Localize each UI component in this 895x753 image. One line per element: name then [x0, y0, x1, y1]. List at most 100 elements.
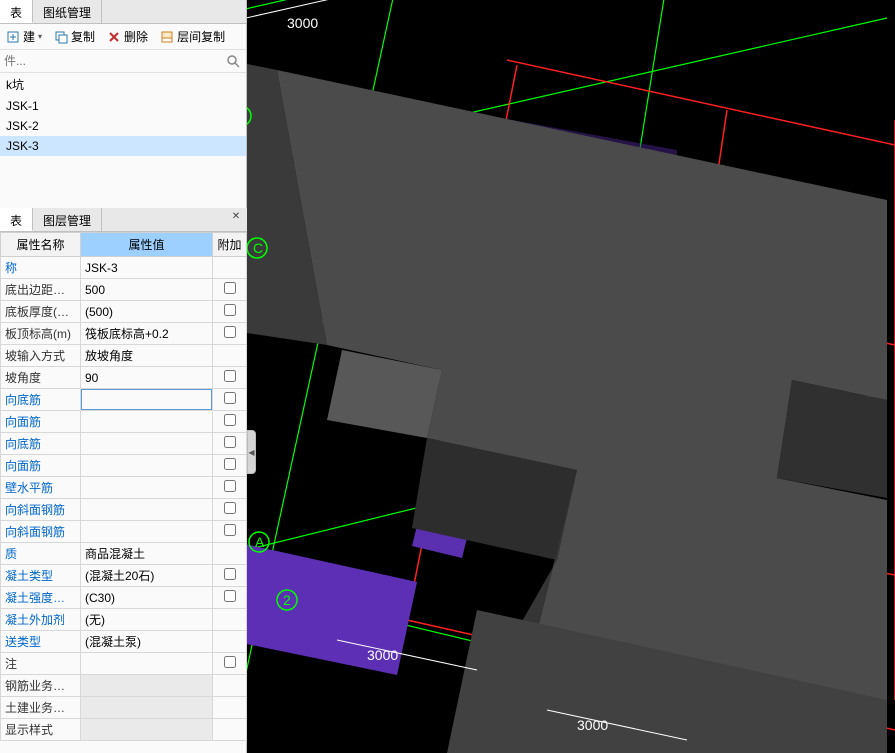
- property-extra[interactable]: [213, 455, 247, 477]
- property-name[interactable]: 向面筋: [1, 455, 81, 477]
- property-extra[interactable]: [213, 433, 247, 455]
- property-extra[interactable]: [213, 279, 247, 301]
- prop-tab-strip: 表 图层管理: [0, 208, 247, 232]
- property-value[interactable]: [81, 389, 213, 411]
- extra-checkbox[interactable]: [224, 656, 236, 668]
- property-table: 属性名称 属性值 附加 称JSK-3底出边距离(...500底板厚度(mm)(5…: [0, 232, 247, 741]
- search-icon[interactable]: [226, 54, 240, 68]
- property-name[interactable]: 凝土外加剂: [1, 609, 81, 631]
- property-name[interactable]: 送类型: [1, 631, 81, 653]
- search-input[interactable]: [0, 50, 246, 72]
- dimension-bottom-right: 3000: [577, 717, 608, 733]
- property-name: 坡输入方式: [1, 345, 81, 367]
- copy-button[interactable]: 复制: [50, 26, 99, 47]
- property-name[interactable]: 称: [1, 257, 81, 279]
- extra-checkbox[interactable]: [224, 392, 236, 404]
- tab-prop-list[interactable]: 表: [0, 208, 33, 231]
- extra-checkbox[interactable]: [224, 458, 236, 470]
- property-value[interactable]: [81, 653, 213, 675]
- property-value[interactable]: [81, 477, 213, 499]
- extra-checkbox[interactable]: [224, 502, 236, 514]
- extra-checkbox[interactable]: [224, 590, 236, 602]
- extra-checkbox[interactable]: [224, 524, 236, 536]
- property-extra[interactable]: [213, 301, 247, 323]
- property-value[interactable]: (混凝土泵): [81, 631, 213, 653]
- property-extra[interactable]: [213, 587, 247, 609]
- tab-layer-mgmt[interactable]: 图层管理: [33, 208, 102, 231]
- property-value[interactable]: [81, 411, 213, 433]
- delete-button[interactable]: 删除: [103, 26, 152, 47]
- property-value[interactable]: [81, 433, 213, 455]
- list-item[interactable]: JSK-1: [0, 96, 246, 116]
- property-row: 向斜面钢筋: [1, 521, 247, 543]
- panel-collapse-handle[interactable]: ◀: [247, 430, 256, 474]
- property-extra[interactable]: [213, 499, 247, 521]
- extra-checkbox[interactable]: [224, 370, 236, 382]
- property-extra[interactable]: [213, 565, 247, 587]
- property-row: 板顶标高(m)筏板底标高+0.2: [1, 323, 247, 345]
- property-value[interactable]: [81, 455, 213, 477]
- property-name: 板顶标高(m): [1, 323, 81, 345]
- property-value[interactable]: (无): [81, 609, 213, 631]
- property-extra: [213, 719, 247, 741]
- property-value-input[interactable]: [85, 393, 208, 407]
- tab-drawings[interactable]: 图纸管理: [33, 0, 102, 23]
- property-extra[interactable]: [213, 521, 247, 543]
- property-name[interactable]: 向底筋: [1, 433, 81, 455]
- property-name[interactable]: 质: [1, 543, 81, 565]
- property-extra[interactable]: [213, 367, 247, 389]
- property-value: [81, 719, 213, 741]
- new-label: 建: [23, 28, 35, 45]
- property-extra[interactable]: [213, 389, 247, 411]
- property-name[interactable]: 向斜面钢筋: [1, 499, 81, 521]
- property-value[interactable]: (500): [81, 301, 213, 323]
- extra-checkbox[interactable]: [224, 282, 236, 294]
- property-value[interactable]: JSK-3: [81, 257, 213, 279]
- property-value[interactable]: 筏板底标高+0.2: [81, 323, 213, 345]
- list-item[interactable]: JSK-3: [0, 136, 246, 156]
- property-value[interactable]: (C30): [81, 587, 213, 609]
- extra-checkbox[interactable]: [224, 326, 236, 338]
- property-name[interactable]: 向斜面钢筋: [1, 521, 81, 543]
- property-extra[interactable]: [213, 323, 247, 345]
- property-value[interactable]: 90: [81, 367, 213, 389]
- property-name[interactable]: 凝土类型: [1, 565, 81, 587]
- model-viewport[interactable]: D C A 2 3000 3000 3000: [247, 0, 895, 753]
- tab-list[interactable]: 表: [0, 0, 33, 23]
- extra-checkbox[interactable]: [224, 304, 236, 316]
- property-value[interactable]: 商品混凝土: [81, 543, 213, 565]
- property-value[interactable]: 500: [81, 279, 213, 301]
- close-icon[interactable]: ✕: [229, 210, 243, 224]
- property-name[interactable]: 向底筋: [1, 389, 81, 411]
- property-extra[interactable]: [213, 411, 247, 433]
- search-row: [0, 50, 246, 73]
- property-extra: [213, 697, 247, 719]
- delete-label: 删除: [124, 28, 148, 45]
- list-item[interactable]: k坑: [0, 73, 246, 96]
- property-name[interactable]: 凝土强度等级: [1, 587, 81, 609]
- col-value[interactable]: 属性值: [81, 233, 213, 257]
- property-extra[interactable]: [213, 477, 247, 499]
- property-row: 向斜面钢筋: [1, 499, 247, 521]
- list-item[interactable]: JSK-2: [0, 116, 246, 136]
- col-extra[interactable]: 附加: [213, 233, 247, 257]
- property-value[interactable]: (混凝土20石): [81, 565, 213, 587]
- new-button[interactable]: 建 ▾: [2, 26, 46, 47]
- col-name[interactable]: 属性名称: [1, 233, 81, 257]
- property-row: 钢筋业务属性: [1, 675, 247, 697]
- property-value[interactable]: [81, 499, 213, 521]
- extra-checkbox[interactable]: [224, 414, 236, 426]
- extra-checkbox[interactable]: [224, 436, 236, 448]
- property-name[interactable]: 向面筋: [1, 411, 81, 433]
- property-name: 注: [1, 653, 81, 675]
- layer-copy-icon: [160, 30, 174, 44]
- property-value[interactable]: [81, 521, 213, 543]
- property-row: 坡角度90: [1, 367, 247, 389]
- property-value[interactable]: 放坡角度: [81, 345, 213, 367]
- extra-checkbox[interactable]: [224, 480, 236, 492]
- extra-checkbox[interactable]: [224, 568, 236, 580]
- property-extra: [213, 345, 247, 367]
- property-extra[interactable]: [213, 653, 247, 675]
- layer-copy-button[interactable]: 层间复制: [156, 26, 229, 47]
- property-name[interactable]: 壁水平筋: [1, 477, 81, 499]
